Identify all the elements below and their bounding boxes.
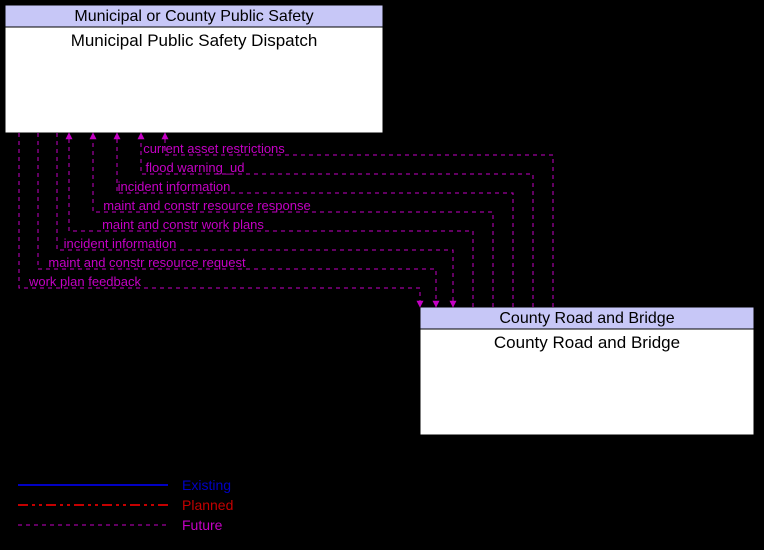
node-header: County Road and Bridge [499, 310, 674, 327]
node-municipal-public-safety-dispatch[interactable]: Municipal or County Public Safety Munici… [5, 5, 383, 133]
flow-label[interactable]: work plan feedback [28, 274, 142, 289]
legend: Existing Planned Future [18, 477, 233, 533]
node-title: Municipal Public Safety Dispatch [71, 31, 318, 50]
architecture-diagram: Municipal or County Public Safety Munici… [0, 0, 764, 550]
flow-label[interactable]: current asset restrictions [143, 141, 285, 156]
node-header: Municipal or County Public Safety [74, 8, 313, 25]
flow-label[interactable]: maint and constr resource response [103, 198, 310, 213]
legend-label-future: Future [182, 517, 223, 533]
legend-label-planned: Planned [182, 497, 233, 513]
legend-label-existing: Existing [182, 477, 231, 493]
flow-label[interactable]: incident information [118, 179, 231, 194]
flow-label[interactable]: flood warning_ud [145, 160, 244, 175]
node-title: County Road and Bridge [494, 333, 680, 352]
flow-label[interactable]: maint and constr work plans [102, 217, 264, 232]
flow-label[interactable]: incident information [64, 236, 177, 251]
flow-label[interactable]: maint and constr resource request [48, 255, 246, 270]
node-county-road-and-bridge[interactable]: County Road and Bridge County Road and B… [420, 307, 754, 435]
